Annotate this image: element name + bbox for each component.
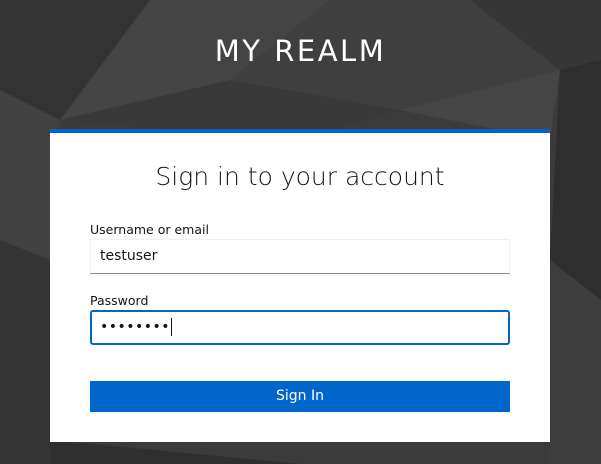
sign-in-button[interactable]: Sign In bbox=[90, 381, 510, 412]
password-value: •••••••• bbox=[100, 319, 171, 335]
text-caret bbox=[171, 318, 173, 336]
username-label: Username or email bbox=[90, 222, 209, 237]
realm-title: MY REALM bbox=[214, 34, 387, 68]
password-label: Password bbox=[90, 293, 149, 308]
username-field[interactable]: testuser bbox=[90, 239, 510, 274]
username-value: testuser bbox=[100, 248, 158, 264]
page-title: Sign in to your account bbox=[155, 162, 445, 191]
password-field[interactable]: •••••••• bbox=[90, 310, 510, 345]
login-card: Sign in to your account Username or emai… bbox=[50, 129, 550, 442]
